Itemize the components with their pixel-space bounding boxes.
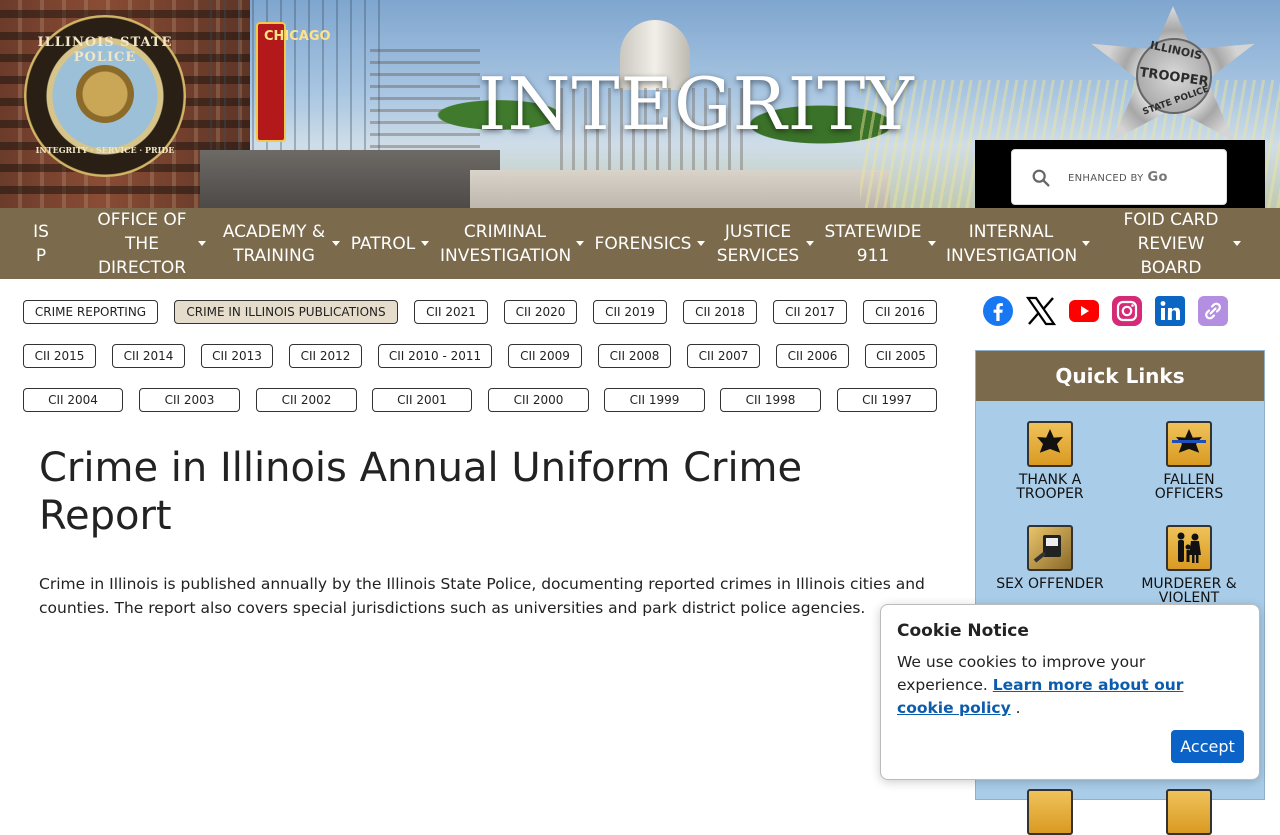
nav-item-label: PATROL xyxy=(350,233,416,254)
search-container: ENHANCED BY Go xyxy=(975,140,1265,208)
pill-cii-2003[interactable]: CII 2003 xyxy=(139,388,240,412)
pill-cii-2021[interactable]: CII 2021 xyxy=(414,300,488,324)
quick-link-label: MURDERER & VIOLENT xyxy=(1141,576,1237,606)
youtube-icon[interactable] xyxy=(1068,295,1100,327)
pill-cii-2000[interactable]: CII 2000 xyxy=(488,388,589,412)
pill-cii-1998[interactable]: CII 1998 xyxy=(720,388,821,412)
family-icon xyxy=(1166,525,1212,571)
capitol-steps-image xyxy=(470,170,890,208)
pill-cii-2019[interactable]: CII 2019 xyxy=(593,300,667,324)
seal-top-text: ILLINOIS STATE POLICE xyxy=(37,35,173,65)
chevron-down-icon xyxy=(198,241,206,246)
search-brand-prefix: ENHANCED BY xyxy=(1068,173,1144,184)
quick-link-icon xyxy=(1027,789,1073,835)
accept-button[interactable]: Accept xyxy=(1171,730,1244,763)
pill-cii-2008[interactable]: CII 2008 xyxy=(598,344,671,368)
pill-crime-in-illinois-publications[interactable]: CRIME IN ILLINOIS PUBLICATIONS xyxy=(174,300,398,324)
quick-link-label: FALLEN OFFICERS xyxy=(1154,472,1224,502)
main-nav: IS P OFFICE OF THE DIRECTOR ACADEMY & TR… xyxy=(0,208,1280,279)
nav-item-label: FORENSICS xyxy=(594,233,692,254)
nav-item-label: INTERNAL INVESTIGATION xyxy=(946,221,1078,266)
chevron-down-icon xyxy=(697,241,706,246)
isp-seal-logo[interactable]: ILLINOIS STATE POLICE INTEGRITY · SERVIC… xyxy=(24,15,186,177)
linkedin-icon[interactable] xyxy=(1154,295,1186,327)
chevron-down-icon xyxy=(421,241,430,246)
nav-item-label: STATEWIDE 911 xyxy=(824,221,922,266)
nav-item-forensics[interactable]: FORENSICS xyxy=(594,208,706,279)
nav-item-internal-investigation[interactable]: INTERNAL INVESTIGATION xyxy=(946,208,1090,279)
pill-cii-2004[interactable]: CII 2004 xyxy=(23,388,123,412)
pill-cii-1999[interactable]: CII 1999 xyxy=(604,388,705,412)
pill-cii-2013[interactable]: CII 2013 xyxy=(201,344,273,368)
chicago-theater-sign: CHICAGO xyxy=(256,22,331,142)
instagram-icon[interactable] xyxy=(1111,295,1143,327)
chevron-down-icon xyxy=(332,241,340,246)
pill-cii-2005[interactable]: CII 2005 xyxy=(865,344,937,368)
eagle-icon xyxy=(76,65,134,123)
search-input[interactable]: ENHANCED BY Go xyxy=(1011,149,1227,205)
nav-item-office-of-the-director[interactable]: OFFICE OF THE DIRECTOR xyxy=(86,208,212,279)
quick-links-heading: Quick Links xyxy=(976,351,1264,401)
trooper-badge-image: ILLINOIS TROOPER STATE POLICE xyxy=(1088,6,1258,141)
pill-cii-2006[interactable]: CII 2006 xyxy=(776,344,849,368)
pill-cii-2020[interactable]: CII 2020 xyxy=(504,300,577,324)
pill-cii-1997[interactable]: CII 1997 xyxy=(837,388,937,412)
chevron-down-icon xyxy=(1233,241,1241,246)
pill-cii-2009[interactable]: CII 2009 xyxy=(508,344,582,368)
cookie-title: Cookie Notice xyxy=(897,621,1029,641)
chevron-down-icon xyxy=(806,241,814,246)
nav-item-patrol[interactable]: PATROL xyxy=(350,208,430,279)
quick-link-label: SEX OFFENDER xyxy=(996,576,1104,592)
theater-sign-text: CHICAGO xyxy=(264,30,331,44)
pill-cii-2016[interactable]: CII 2016 xyxy=(863,300,937,324)
cookie-period: . xyxy=(1015,699,1021,717)
pill-cii-2014[interactable]: CII 2014 xyxy=(112,344,185,368)
nav-item-isp[interactable]: IS P xyxy=(22,208,60,279)
intro-paragraph: Crime in Illinois is published annually … xyxy=(39,575,925,617)
search-branding: ENHANCED BY Go xyxy=(1068,170,1168,185)
offender-registry-icon xyxy=(1027,525,1073,571)
facebook-icon[interactable] xyxy=(982,295,1014,327)
pill-cii-2018[interactable]: CII 2018 xyxy=(683,300,757,324)
pill-cii-2010-2011[interactable]: CII 2010 - 2011 xyxy=(378,344,492,368)
chevron-down-icon xyxy=(576,241,584,246)
pill-cii-2007[interactable]: CII 2007 xyxy=(687,344,760,368)
nav-item-label: CRIMINAL INVESTIGATION xyxy=(440,221,572,266)
quick-link-label: THANK A TROOPER xyxy=(1016,472,1084,502)
nav-item-foid-card-review-board[interactable]: FOID CARD REVIEW BOARD xyxy=(1110,208,1246,279)
nav-item-label: ACADEMY & TRAINING xyxy=(222,221,326,266)
pill-cii-2002[interactable]: CII 2002 xyxy=(256,388,357,412)
pill-cii-2017[interactable]: CII 2017 xyxy=(773,300,847,324)
banner-title: INTEGRITY xyxy=(478,62,915,146)
header-banner: CHICAGO ILLINOIS STATE POLICE INTEGRITY … xyxy=(0,0,1280,208)
seal-bottom-text: INTEGRITY · SERVICE · PRIDE xyxy=(35,145,175,155)
pill-cii-2015[interactable]: CII 2015 xyxy=(23,344,96,368)
pill-cii-2012[interactable]: CII 2012 xyxy=(289,344,362,368)
nav-item-label: IS P xyxy=(33,221,49,266)
nav-item-label: JUSTICE SERVICES xyxy=(716,221,800,266)
pill-crime-reporting[interactable]: CRIME REPORTING xyxy=(23,300,158,324)
nav-item-label: OFFICE OF THE DIRECTOR xyxy=(97,209,187,278)
link-icon[interactable] xyxy=(1197,295,1229,327)
cookie-notice: Cookie Notice We use cookies to improve … xyxy=(880,604,1260,780)
search-icon[interactable] xyxy=(1030,167,1052,189)
page-title: Crime in Illinois Annual Uniform Crime R… xyxy=(39,445,803,539)
nav-item-academy-training[interactable]: ACADEMY & TRAINING xyxy=(222,208,340,279)
pill-cii-2001[interactable]: CII 2001 xyxy=(372,388,472,412)
cookie-text: We use cookies to improve your experienc… xyxy=(897,651,1217,720)
nav-item-justice-services[interactable]: JUSTICE SERVICES xyxy=(716,208,814,279)
chevron-down-icon xyxy=(928,241,936,246)
x-icon[interactable] xyxy=(1025,295,1057,327)
nav-item-criminal-investigation[interactable]: CRIMINAL INVESTIGATION xyxy=(440,208,584,279)
quick-link-icon xyxy=(1166,789,1212,835)
nav-item-label: FOID CARD REVIEW BOARD xyxy=(1123,209,1219,278)
star-badge-icon xyxy=(1027,421,1073,467)
chevron-down-icon xyxy=(1082,241,1090,246)
mourning-badge-icon xyxy=(1166,421,1212,467)
nav-item-statewide-911[interactable]: STATEWIDE 911 xyxy=(824,208,936,279)
search-brand-name: Go xyxy=(1147,170,1168,185)
